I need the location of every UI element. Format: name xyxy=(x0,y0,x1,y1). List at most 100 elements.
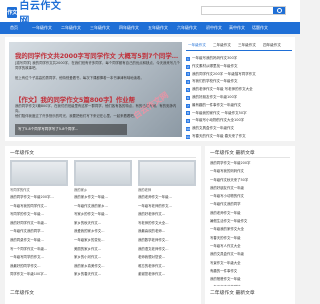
list-item[interactable]: 一年级家乡的变化… xyxy=(74,236,132,245)
list-item[interactable]: 暑假生活作文一年级作文 xyxy=(210,217,292,225)
hero-title-2[interactable]: 【作文】我的同学作文5篇800字】作业帮 xyxy=(15,95,135,104)
grade2-panel: 二年级作文 xyxy=(5,286,201,300)
list-item[interactable]: 我的数学老师作文… xyxy=(138,236,196,245)
list-item[interactable]: 家乡的小河作文… xyxy=(74,253,132,262)
list-item[interactable]: 我爱我的家乡作文… xyxy=(74,227,132,236)
list-item[interactable]: 一年级写老师的作文… xyxy=(138,202,196,211)
list-item-title: 写春天的作文一年级 春天来了作文 xyxy=(192,133,246,138)
nav-item-grade6[interactable]: 六年级作文 xyxy=(177,22,197,34)
tab-grade1[interactable]: 一年级作文 xyxy=(188,43,206,48)
list-item[interactable]: 我的好朋友作文一年级 xyxy=(210,184,292,192)
rank-badge: 2 xyxy=(186,64,190,69)
rank-badge: 10 xyxy=(186,127,190,132)
list-item-title: 写我们的学校作文一年级作文 xyxy=(192,79,238,84)
list-item[interactable]: 一年级写小动物的作文 xyxy=(210,192,292,200)
list-item[interactable]: 我的语文老师作文… xyxy=(138,245,196,254)
thumb-fill xyxy=(140,162,194,184)
list-item[interactable]: 一年级我的家作文大全 xyxy=(210,225,292,233)
list-item[interactable]: 写一个同学作文一年级… xyxy=(10,245,68,254)
list-item[interactable]: 一年级作文我的同学 xyxy=(210,200,292,208)
hero-slide[interactable]: 我的同学作文共2000字写同学作文 大概写5到7个同学… [描写同学] 我的同学… xyxy=(9,42,182,137)
list-item[interactable]: 我的爸爸作文一年级 xyxy=(210,275,292,283)
list-item[interactable]: 9 一年级写小动物的作文大全100字 xyxy=(186,117,292,125)
nav-item-junior[interactable]: 初中作文 xyxy=(206,22,222,34)
list-item[interactable]: 我的同桌作文一年级… xyxy=(10,236,68,245)
list-item[interactable]: 同学作文一年级100字… xyxy=(10,270,68,279)
list-item[interactable]: 10 我的文具盒作文一年级作文 xyxy=(186,125,292,133)
list-item[interactable]: 我的家乡真美作文… xyxy=(74,262,132,271)
list-item[interactable]: 我的文具盒作文一年级 xyxy=(210,250,292,258)
thumb-image[interactable] xyxy=(10,160,68,186)
search-input[interactable] xyxy=(201,6,286,15)
list-item[interactable]: 8 一年级我的家作文 一年级作文50字 xyxy=(186,110,292,118)
list-item[interactable]: 写家乡的作文一年级… xyxy=(74,210,132,219)
list-item[interactable]: 6 我的好朋友作文一年级100字 xyxy=(186,94,292,102)
hero-text-2b: 他们陪伴我度过了许多快乐的时光，我要把他们写下来记在心里。一起来看看吧。 xyxy=(15,114,138,118)
list-item[interactable]: 7 最有趣的一件事作文一年级作文 xyxy=(186,102,292,110)
section-title-grade2-latest[interactable]: 二年级作文 最新文章 xyxy=(210,289,255,296)
tab-grade3[interactable]: 三年级作文 xyxy=(238,43,256,48)
nav-item-home[interactable]: 首页 xyxy=(10,22,18,34)
list-item[interactable]: 我最好的同学作文… xyxy=(10,262,68,271)
list-item[interactable]: 我的老师作文一年级 xyxy=(210,209,292,217)
list-item[interactable]: 11 写春天的作文一年级 春天来了作文 xyxy=(186,133,292,141)
list-item[interactable]: 我的同学作文一年级200字… xyxy=(10,193,68,202)
list-item[interactable]: 4 写我们的学校作文一年级作文 xyxy=(186,78,292,86)
list-item[interactable]: 我最喜欢的老师… xyxy=(138,227,196,236)
tab-grade4[interactable]: 四年级作文 xyxy=(263,43,281,48)
section-title-latest[interactable]: 一年级作文 最新文章 xyxy=(210,149,255,156)
list-item[interactable]: 写老师的作文大全… xyxy=(138,219,196,228)
list-item[interactable]: 一年级写我的同学作文… xyxy=(10,202,68,211)
thumb-image[interactable] xyxy=(74,160,132,186)
list-item[interactable]: 我的同学作文一年级200字 xyxy=(210,159,292,167)
nav-item-grade5[interactable]: 五年级作文 xyxy=(148,22,168,34)
nav-item-grade3[interactable]: 三年级作文 xyxy=(90,22,110,34)
site-logo[interactable]: 作文 白云作文网 xyxy=(7,1,69,27)
list-item[interactable]: 家乡的春天作文… xyxy=(74,270,132,279)
tab-bar: 一年级作文 二年级作文 三年级作文 四年级作文 xyxy=(186,42,292,51)
hero-title-1[interactable]: 我的同学作文共2000字写同学作文 大概写5到7个同学… xyxy=(15,51,178,60)
thumb-caption[interactable]: 我的家乡 xyxy=(74,187,87,192)
list-item[interactable]: 我的好同学作文一年级… xyxy=(10,219,68,228)
list-item[interactable]: 我的老师作文一年级… xyxy=(138,193,196,202)
list-item[interactable]: 2 作文素材从哪里找一年级作文 xyxy=(186,63,292,71)
list-item-title: 一年级写小动物的作文大全100字 xyxy=(192,118,245,123)
nav-item-topic[interactable]: 话题作文 xyxy=(252,22,268,34)
nav-item-grade4[interactable]: 四年级作文 xyxy=(119,22,139,34)
list-item[interactable]: 写景作文一年级大全 xyxy=(210,259,292,267)
list-item[interactable]: 一年级写人作文大全 xyxy=(210,242,292,250)
divider xyxy=(10,157,196,158)
tab-grade2[interactable]: 二年级作文 xyxy=(213,43,231,48)
list-item[interactable]: 一年级写同学的作文… xyxy=(10,253,68,262)
list-item[interactable]: 我的好老师作文… xyxy=(138,210,196,219)
list-item-title: 我的好朋友作文一年级100字 xyxy=(192,94,238,99)
thumb-caption[interactable]: 我的老师 xyxy=(138,187,151,192)
list-item[interactable]: 难忘的老师作文… xyxy=(138,262,196,271)
thumb-caption[interactable]: 写同学的作文 xyxy=(10,187,30,192)
list-item[interactable]: 写同学的作文一年级… xyxy=(10,210,68,219)
list-item[interactable]: 一年级作文我的家乡… xyxy=(74,202,132,211)
list-item[interactable]: 谢谢您老师作文… xyxy=(138,270,196,279)
section-title-grade2[interactable]: 二年级作文 xyxy=(10,289,34,296)
list-item[interactable]: 老师我想对您说… xyxy=(138,253,196,262)
hero-caption-bar[interactable]: 写了5-8个同学写同学写了5-8个同学… xyxy=(15,124,127,135)
list-item[interactable]: 一年级写我的妈妈作文 xyxy=(210,167,292,175)
nav-item-grade1[interactable]: 一年级作文 xyxy=(32,22,52,34)
list-item[interactable]: 有趣的一件事作文 xyxy=(210,267,292,275)
list-item[interactable]: 美丽的家乡作文… xyxy=(74,245,132,254)
nav-item-senior[interactable]: 高中作文 xyxy=(229,22,245,34)
list-item[interactable]: 写春天的作文一年级 xyxy=(210,234,292,242)
thumb-image[interactable] xyxy=(138,160,196,186)
list-item-title: 一年级写我的妈妈作文300字 xyxy=(192,56,238,60)
list-item[interactable]: 家乡的秋天作文… xyxy=(74,219,132,228)
rank-badge: 8 xyxy=(186,111,190,116)
nav-item-grade2[interactable]: 二年级作文 xyxy=(61,22,81,34)
list-item[interactable]: 5 我的老师作文一年级 写老师的作文大全 xyxy=(186,86,292,94)
list-item[interactable]: 一年级作文秋天来了50字 xyxy=(210,176,292,184)
list-item[interactable]: 1 一年级写我的妈妈作文300字 xyxy=(186,55,292,63)
list-item[interactable]: 一年级作文我的同学… xyxy=(10,227,68,236)
section-title-grade1[interactable]: 一年级作文 xyxy=(10,149,34,156)
search-button[interactable] xyxy=(273,7,285,14)
list-item[interactable]: 我的家乡作文一年级… xyxy=(74,193,132,202)
list-item[interactable]: 3 我的同学作文200字 一年级描写同学作文 xyxy=(186,71,292,79)
